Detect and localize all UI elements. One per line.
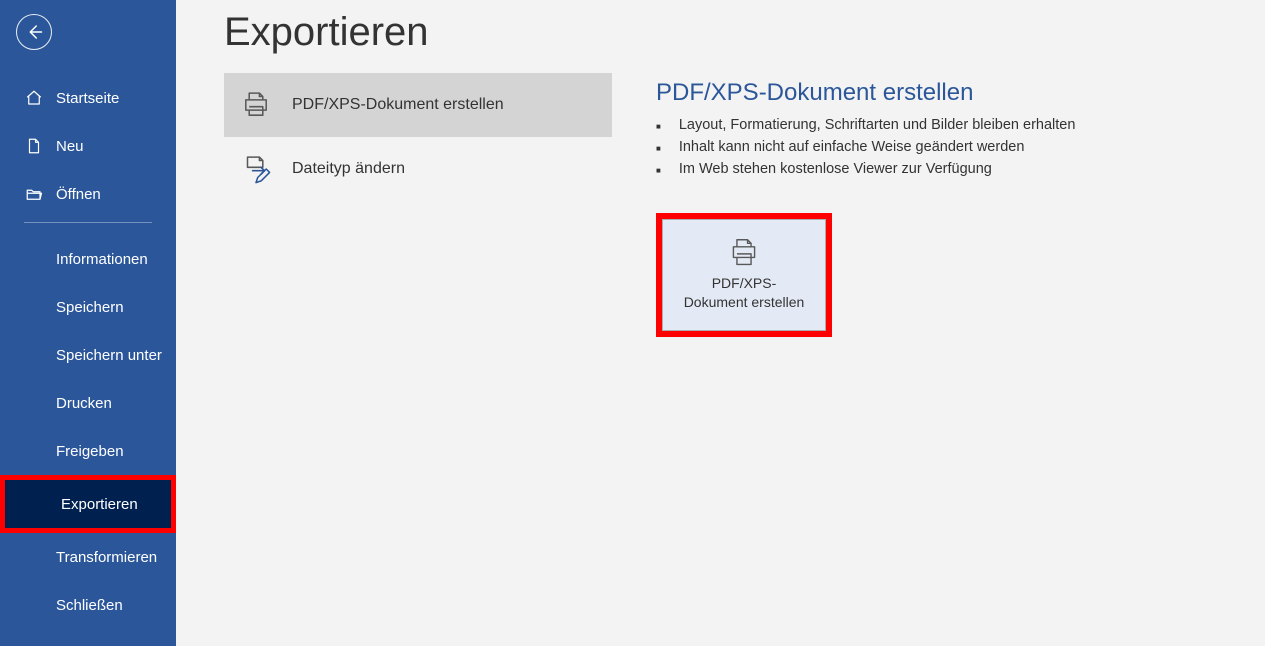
nav-schliessen[interactable]: Schließen — [0, 581, 176, 629]
nav-label: Schließen — [56, 597, 123, 614]
nav-label: Neu — [56, 138, 84, 155]
arrow-left-icon — [25, 23, 43, 41]
nav-divider — [24, 222, 152, 223]
nav-oeffnen[interactable]: Öffnen — [0, 170, 176, 218]
nav-drucken[interactable]: Drucken — [0, 379, 176, 427]
option-pdf-xps[interactable]: PDF/XPS-Dokument erstellen — [224, 73, 612, 137]
nav-label: Startseite — [56, 90, 119, 107]
details-list: Layout, Formatierung, Schriftarten und B… — [656, 117, 1217, 177]
nav-label: Freigeben — [56, 443, 124, 460]
nav-label: Informationen — [56, 251, 148, 268]
details-heading: PDF/XPS-Dokument erstellen — [656, 79, 1217, 107]
option-label: Dateityp ändern — [292, 160, 405, 178]
highlight-exportieren: Exportieren — [0, 475, 176, 533]
option-change-filetype[interactable]: Dateityp ändern — [224, 137, 612, 201]
nav-speichern-unter[interactable]: Speichern unter — [0, 331, 176, 379]
nav-exportieren[interactable]: Exportieren — [5, 480, 171, 528]
create-button-label: PDF/XPS-Dokument erstellen — [684, 274, 805, 312]
nav-speichern[interactable]: Speichern — [0, 283, 176, 331]
sidebar: Startseite Neu Öffnen Informationen Spei… — [0, 0, 176, 646]
file-icon — [24, 136, 44, 156]
nav-informationen[interactable]: Informationen — [0, 235, 176, 283]
detail-item: Im Web stehen kostenlose Viewer zur Verf… — [656, 161, 1217, 177]
option-label: PDF/XPS-Dokument erstellen — [292, 96, 504, 114]
page-title: Exportieren — [224, 10, 1217, 55]
details-panel: PDF/XPS-Dokument erstellen Layout, Forma… — [656, 73, 1217, 337]
main-content: Exportieren PDF/XPS-Dokument erstellen — [176, 0, 1265, 646]
printer-icon — [726, 238, 762, 268]
export-options: PDF/XPS-Dokument erstellen Dateityp ände… — [224, 73, 612, 337]
nav-freigeben[interactable]: Freigeben — [0, 427, 176, 475]
nav-transformieren[interactable]: Transformieren — [0, 533, 176, 581]
back-button[interactable] — [16, 14, 52, 50]
nav-label: Speichern — [56, 299, 124, 316]
detail-item: Layout, Formatierung, Schriftarten und B… — [656, 117, 1217, 133]
printer-icon — [234, 83, 278, 127]
create-pdf-xps-button[interactable]: PDF/XPS-Dokument erstellen — [662, 219, 826, 331]
nav-startseite[interactable]: Startseite — [0, 74, 176, 122]
nav-label: Drucken — [56, 395, 112, 412]
nav-neu[interactable]: Neu — [0, 122, 176, 170]
folder-open-icon — [24, 184, 44, 204]
detail-item: Inhalt kann nicht auf einfache Weise geä… — [656, 139, 1217, 155]
nav-label: Öffnen — [56, 186, 101, 203]
nav-label: Transformieren — [56, 549, 157, 566]
nav-label: Exportieren — [61, 496, 138, 513]
highlight-create-button: PDF/XPS-Dokument erstellen — [656, 213, 832, 337]
change-filetype-icon — [234, 147, 278, 191]
nav-label: Speichern unter — [56, 347, 162, 364]
home-icon — [24, 88, 44, 108]
